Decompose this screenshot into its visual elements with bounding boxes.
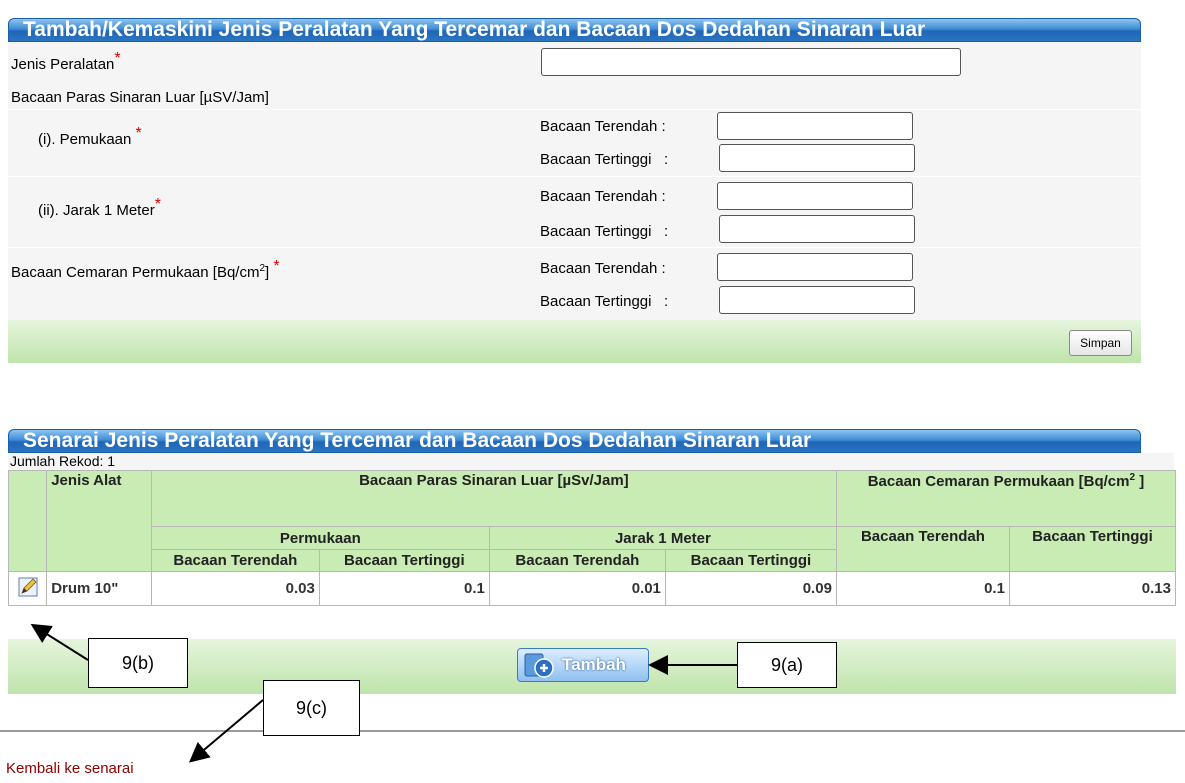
callout-9a: 9(a) xyxy=(737,642,837,688)
arrow-9c xyxy=(188,699,264,763)
arrow-9b xyxy=(30,623,89,661)
callout-9c: 9(c) xyxy=(263,680,360,736)
callout-9b: 9(b) xyxy=(88,638,188,688)
